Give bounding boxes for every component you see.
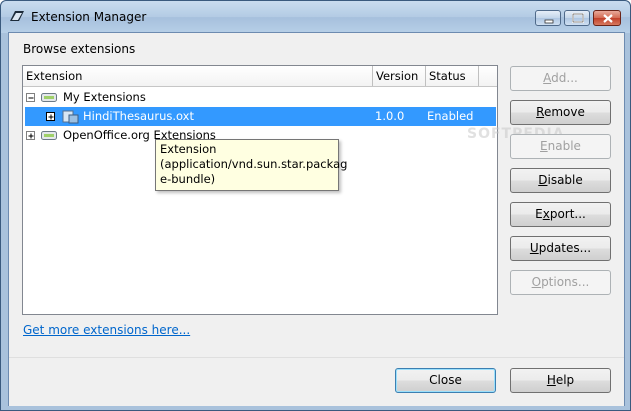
add-label-rest: dd... [551, 71, 578, 85]
tree-item-my-extensions[interactable]: My Extensions [23, 88, 497, 107]
minimize-icon [544, 19, 554, 24]
tree-item-label: My Extensions [63, 90, 146, 104]
get-more-extensions-link[interactable]: Get more extensions here... [23, 323, 190, 337]
help-label-rest: elp [555, 373, 575, 387]
add-button[interactable]: Add... [510, 66, 611, 91]
close-window-button[interactable] [593, 10, 621, 26]
folder-drawer-icon [41, 131, 57, 140]
enable-mnemonic: E [540, 139, 548, 153]
expand-icon[interactable] [26, 131, 35, 140]
remove-label-rest: emove [543, 105, 585, 119]
expand-icon[interactable] [46, 112, 55, 121]
remove-mnemonic: R [536, 105, 544, 119]
disable-label-rest: isable [547, 173, 583, 187]
updates-mnemonic: U [529, 241, 539, 255]
extension-version: 1.0.0 [375, 109, 405, 123]
app-icon [10, 11, 24, 21]
export-label-start: E [535, 207, 543, 221]
column-extension[interactable]: Extension [23, 66, 373, 86]
maximize-button[interactable] [564, 10, 590, 26]
minimize-button[interactable] [535, 10, 561, 26]
close-button[interactable]: Close [395, 368, 496, 393]
dialog-body: Browse extensions Extension Version Stat… [8, 32, 625, 406]
extension-icon [62, 110, 79, 124]
extension-status: Enabled [427, 109, 474, 123]
help-button[interactable]: Help [510, 368, 611, 393]
tooltip-line: Extension [160, 142, 217, 156]
title-bar[interactable]: Extension Manager [1, 1, 630, 33]
close-icon [603, 14, 613, 23]
column-version[interactable]: Version [373, 66, 426, 86]
tree-item-label: HindiThesaurus.oxt [83, 109, 195, 123]
tree-item-hindithesaurus[interactable]: HindiThesaurus.oxt 1.0.0 Enabled [25, 107, 496, 126]
tree-header: Extension Version Status [23, 66, 497, 87]
export-button[interactable]: Export... [510, 202, 611, 227]
tooltip-line: e-bundle) [160, 172, 216, 186]
extension-manager-window: Extension Manager Browse extensions Exte… [0, 0, 631, 411]
maximize-icon [572, 13, 584, 23]
options-label-rest: ptions... [541, 275, 590, 289]
export-label-rest: port... [549, 207, 586, 221]
folder-drawer-icon [41, 93, 57, 102]
disable-button[interactable]: Disable [510, 168, 611, 193]
button-bar: Close Help [9, 357, 624, 406]
enable-label-rest: nable [547, 139, 581, 153]
window-title: Extension Manager [31, 10, 147, 24]
browse-extensions-label: Browse extensions [23, 42, 136, 56]
add-mnemonic: A [543, 71, 552, 85]
help-mnemonic: H [546, 373, 556, 387]
tooltip: Extension (application/vnd.sun.star.pack… [155, 139, 348, 191]
remove-button[interactable]: Remove [510, 100, 611, 125]
tooltip-line: (application/vnd.sun.star.packag [160, 157, 348, 171]
updates-label-rest: pdates... [538, 241, 592, 255]
collapse-icon[interactable] [26, 93, 35, 102]
options-button[interactable]: Options... [510, 270, 611, 295]
enable-button[interactable]: Enable [510, 134, 611, 159]
column-status[interactable]: Status [426, 66, 479, 86]
options-mnemonic: O [531, 275, 542, 289]
updates-button[interactable]: Updates... [510, 236, 611, 261]
export-mnemonic: x [542, 207, 550, 221]
